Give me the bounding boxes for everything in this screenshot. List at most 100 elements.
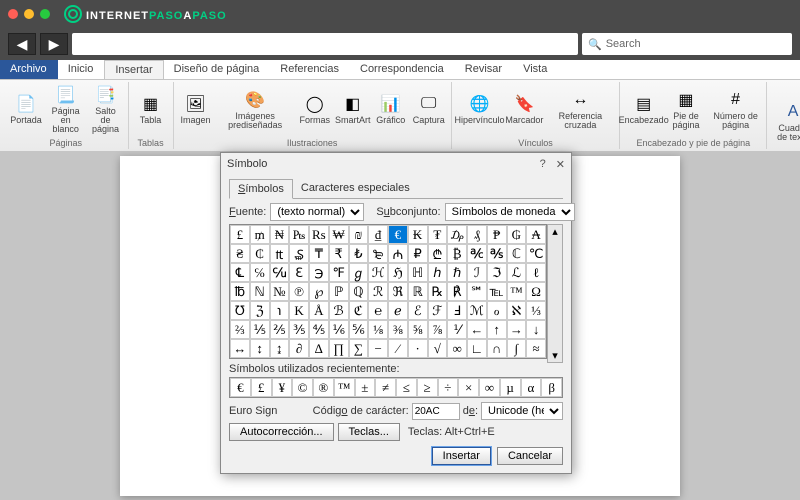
search-bar[interactable]: 🔍 Search — [582, 33, 792, 55]
maximize-window[interactable] — [40, 9, 50, 19]
tab-revisar[interactable]: Revisar — [455, 60, 513, 79]
symbol-cell[interactable]: ₴ — [230, 244, 250, 263]
symbol-cell[interactable]: ℑ — [487, 263, 507, 282]
insert-button[interactable]: Insertar — [432, 447, 491, 465]
symbol-cell[interactable]: ℬ — [329, 301, 349, 320]
symbol-cell[interactable]: ₫ — [368, 225, 388, 244]
symbol-cell[interactable]: ₼ — [388, 244, 408, 263]
symbol-cell[interactable]: ₵ — [250, 244, 270, 263]
symbol-cell[interactable]: ₰ — [467, 225, 487, 244]
help-button[interactable]: ? — [540, 158, 546, 171]
symbol-cell[interactable]: ℎ — [428, 263, 448, 282]
symbol-cell[interactable]: ↔ — [230, 339, 250, 358]
symbol-cell[interactable]: Rs — [309, 225, 329, 244]
chart-button[interactable]: 📊Gráfico — [373, 82, 409, 137]
symbol-cell[interactable]: ℂ — [507, 244, 527, 263]
recent-symbol-cell[interactable]: ± — [355, 378, 376, 397]
screenshot-button[interactable]: 🖵Captura — [411, 82, 447, 137]
forward-button[interactable]: ▶ — [40, 33, 68, 55]
symbol-cell[interactable]: ₷ — [289, 244, 309, 263]
bookmark-button[interactable]: 🔖Marcador — [505, 82, 543, 137]
symbol-cell[interactable]: Ⅎ — [447, 301, 467, 320]
symbol-cell[interactable]: ₭ — [408, 225, 428, 244]
symbol-cell[interactable]: ⅝ — [408, 320, 428, 339]
recent-symbol-cell[interactable]: ∞ — [479, 378, 500, 397]
symbol-cell[interactable]: ℟ — [447, 282, 467, 301]
symbol-cell[interactable]: ₩ — [329, 225, 349, 244]
symbol-cell[interactable]: ℃ — [526, 244, 546, 263]
symbol-cell[interactable]: ℘ — [309, 282, 329, 301]
symbol-cell[interactable]: ℩ — [270, 301, 290, 320]
symbol-cell[interactable]: ↨ — [270, 339, 290, 358]
symbol-cell[interactable]: ↑ — [487, 320, 507, 339]
symbol-cell[interactable]: √ — [428, 339, 448, 358]
symbol-cell[interactable]: ℕ — [250, 282, 270, 301]
symbol-cell[interactable]: ℨ — [250, 301, 270, 320]
symbol-cell[interactable]: ℉ — [329, 263, 349, 282]
symbol-cell[interactable]: ⅕ — [250, 320, 270, 339]
symbol-cell[interactable]: ⅜ — [388, 320, 408, 339]
portada-button[interactable]: 📄Portada — [8, 82, 44, 137]
symbol-cell[interactable]: ℐ — [467, 263, 487, 282]
symbol-cell[interactable]: ℧ — [230, 301, 250, 320]
symbol-cell[interactable]: ∞ — [447, 339, 467, 358]
textbox-button[interactable]: ACuadro de texto — [771, 82, 800, 161]
symbol-cell[interactable]: ∆ — [309, 339, 329, 358]
tab-referencias[interactable]: Referencias — [270, 60, 350, 79]
symbol-cell[interactable]: ℴ — [487, 301, 507, 320]
symbol-cell[interactable]: ℆ — [270, 263, 290, 282]
smartart-button[interactable]: ◧SmartArt — [335, 82, 371, 137]
symbol-cell[interactable]: ← — [467, 320, 487, 339]
tab-correspondencia[interactable]: Correspondencia — [350, 60, 455, 79]
symbol-cell[interactable]: ℰ — [408, 301, 428, 320]
symbol-cell[interactable]: ℠ — [467, 282, 487, 301]
symbol-cell[interactable]: ∙ — [408, 339, 428, 358]
symbol-cell[interactable]: → — [507, 320, 527, 339]
symbol-cell[interactable]: ⅘ — [309, 320, 329, 339]
font-select[interactable]: (texto normal) — [270, 203, 364, 221]
hyperlink-button[interactable]: 🌐Hipervínculo — [456, 82, 504, 137]
symbol-cell[interactable]: ≈ — [526, 339, 546, 358]
symbol-cell[interactable]: £ — [230, 225, 250, 244]
symbol-cell[interactable]: ℝ — [408, 282, 428, 301]
symbol-cell[interactable]: − — [368, 339, 388, 358]
symbol-cell[interactable]: ∟ — [467, 339, 487, 358]
symbol-cell[interactable]: ↕ — [250, 339, 270, 358]
symbol-cell[interactable]: ℀ — [467, 244, 487, 263]
symbol-cell[interactable]: ℙ — [329, 282, 349, 301]
symbol-cell[interactable]: ₳ — [526, 225, 546, 244]
symbol-cell[interactable]: ∕ — [388, 339, 408, 358]
cancel-button[interactable]: Cancelar — [497, 447, 563, 465]
symbol-cell[interactable]: ₧ — [289, 225, 309, 244]
symbol-cell[interactable]: ⅟ — [447, 320, 467, 339]
close-window[interactable] — [8, 9, 18, 19]
symbol-cell[interactable]: ℛ — [368, 282, 388, 301]
symbol-cell[interactable]: ℵ — [507, 301, 527, 320]
symbol-cell[interactable]: ⅚ — [349, 320, 369, 339]
symbol-cell[interactable]: ₽ — [408, 244, 428, 263]
recent-symbol-cell[interactable]: × — [458, 378, 479, 397]
symbol-cell[interactable]: ∏ — [329, 339, 349, 358]
symbol-cell[interactable]: ₻ — [368, 244, 388, 263]
symbol-cell[interactable]: ℁ — [487, 244, 507, 263]
recent-symbol-cell[interactable]: ≠ — [375, 378, 396, 397]
symbol-cell[interactable]: ₺ — [349, 244, 369, 263]
symbol-cell[interactable]: Å — [309, 301, 329, 320]
symbol-cell[interactable]: ⅗ — [289, 320, 309, 339]
symbol-cell[interactable]: ℈ — [309, 263, 329, 282]
symbol-cell[interactable]: ℱ — [428, 301, 448, 320]
symbol-cell[interactable]: ∂ — [289, 339, 309, 358]
symbol-cell[interactable]: ℅ — [250, 263, 270, 282]
symbol-cell[interactable]: ₪ — [349, 225, 369, 244]
table-button[interactable]: ▦Tabla — [133, 82, 169, 137]
recent-symbol-cell[interactable]: ÷ — [438, 378, 459, 397]
symbol-cell[interactable]: ℊ — [349, 263, 369, 282]
symbol-cell[interactable]: ⅓ — [526, 301, 546, 320]
symbol-cell[interactable]: ⅞ — [428, 320, 448, 339]
symbol-cell[interactable]: ℔ — [230, 282, 250, 301]
symbol-cell[interactable]: ℭ — [349, 301, 369, 320]
symbol-cell[interactable]: ℒ — [507, 263, 527, 282]
symbol-cell[interactable]: № — [270, 282, 290, 301]
symbol-cell[interactable]: ℡ — [487, 282, 507, 301]
minimize-window[interactable] — [24, 9, 34, 19]
